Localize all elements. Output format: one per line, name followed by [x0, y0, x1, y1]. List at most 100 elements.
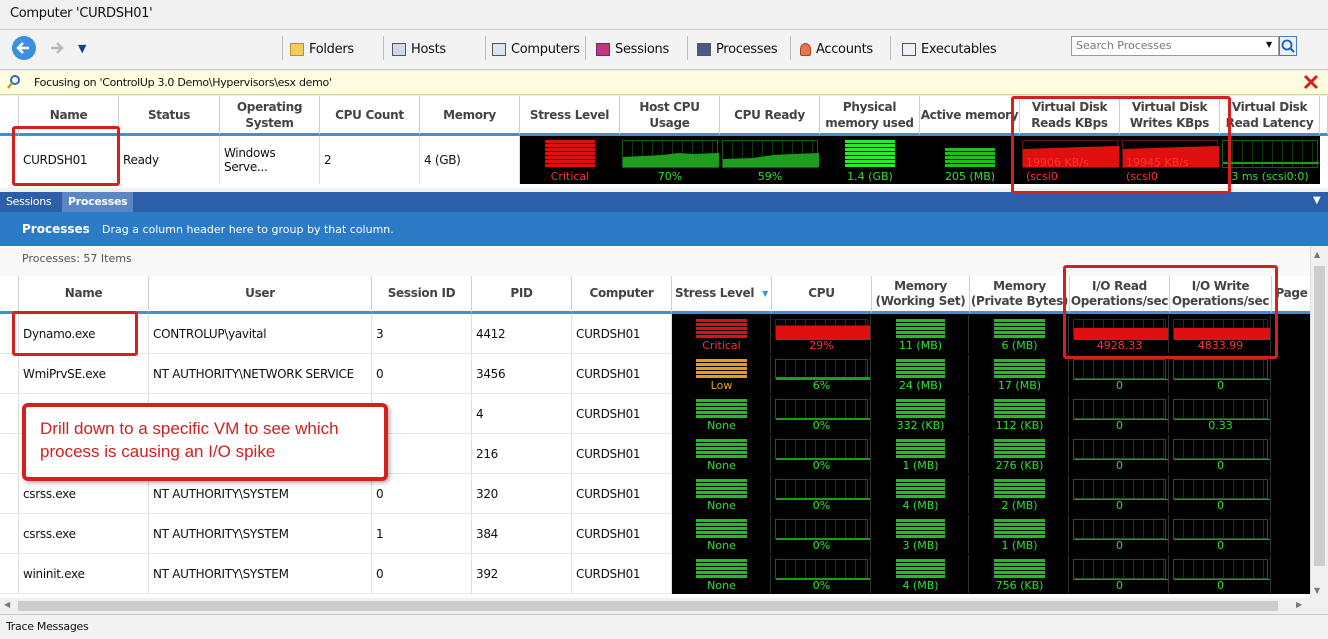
private-bytes-gauge: 276 (KB): [971, 435, 1069, 473]
row-selector[interactable]: [0, 554, 19, 594]
col-cpu-count[interactable]: CPU Count: [320, 96, 420, 136]
row-selector[interactable]: [0, 394, 19, 434]
io-write-graph: 0: [1171, 555, 1271, 593]
io-read-graph: 0: [1071, 435, 1169, 473]
status-bar[interactable]: Trace Messages: [0, 614, 1328, 639]
col-private-bytes[interactable]: Memory (Private Bytes): [970, 276, 1070, 314]
executables-button[interactable]: Executables: [902, 38, 997, 60]
scroll-right-icon[interactable]: ▶: [1296, 600, 1302, 609]
cell-computer: CURDSH01: [572, 394, 672, 434]
col-stress-level[interactable]: Stress Level: [520, 96, 620, 136]
col-proc-cpu[interactable]: CPU: [772, 276, 872, 314]
computers-button[interactable]: Computers: [492, 38, 580, 60]
cpu-graph-label: 0%: [812, 419, 831, 432]
private-bytes-gauge: 6 (MB): [971, 315, 1069, 353]
cell-computer: CURDSH01: [572, 314, 672, 354]
stress-gauge-label: None: [707, 579, 736, 592]
sessions-button[interactable]: Sessions: [596, 38, 669, 60]
search-icon[interactable]: [1279, 36, 1297, 56]
hscroll-thumb[interactable]: [18, 601, 1278, 611]
row-selector[interactable]: [0, 354, 19, 394]
col-host-cpu[interactable]: Host CPU Usage: [620, 96, 720, 136]
stress-gauge: None: [673, 555, 771, 593]
executable-icon: [902, 42, 916, 56]
col-status[interactable]: Status: [119, 96, 220, 136]
io-write-graph-label: 0: [1217, 499, 1224, 512]
io-read-graph-label: 0: [1116, 379, 1123, 392]
back-arrow-icon[interactable]: [12, 36, 36, 60]
hosts-button[interactable]: Hosts: [392, 38, 446, 60]
magnifier-icon: [6, 74, 22, 93]
col-memory[interactable]: Memory: [420, 96, 520, 136]
io-read-graph-label: 0: [1116, 539, 1123, 552]
cell-pid: 4412: [472, 314, 572, 354]
row-selector[interactable]: [0, 474, 19, 514]
col-session-id[interactable]: Session ID: [372, 276, 472, 314]
stress-gauge-label: None: [707, 419, 736, 432]
io-write-graph: 0: [1171, 475, 1271, 513]
io-write-graph-label: 0: [1217, 539, 1224, 552]
cell-user: NT AUTHORITY\SYSTEM: [149, 554, 372, 594]
col-working-set[interactable]: Memory (Working Set): [872, 276, 970, 314]
cpu-graph-label: 0%: [812, 539, 831, 552]
cell-name[interactable]: WmiPrvSE.exe: [19, 354, 149, 394]
col-physical-memory[interactable]: Physical memory used: [820, 96, 920, 136]
row-selector[interactable]: [0, 434, 19, 474]
cpu-graph-label: 6%: [812, 379, 831, 392]
cell-computer: CURDSH01: [572, 554, 672, 594]
col-proc-name[interactable]: Name: [19, 276, 149, 314]
working-set-gauge: 24 (MB): [873, 355, 969, 393]
cell-name[interactable]: csrss.exe: [19, 514, 149, 554]
scroll-thumb[interactable]: [1314, 266, 1325, 566]
col-os[interactable]: Operating System: [220, 96, 320, 136]
processes-icon: [697, 42, 711, 56]
working-set-gauge: 332 (KB): [873, 395, 969, 433]
highlight-process: [12, 311, 138, 356]
io-write-graph-label: 0: [1217, 579, 1224, 592]
vd-latency-graph: 3 ms (scsi0:0): [1220, 136, 1320, 184]
cell-session: 0: [372, 554, 472, 594]
cpu-graph: 0%: [773, 515, 871, 553]
highlight-computer: [12, 126, 120, 186]
col-active-memory[interactable]: Active memory: [920, 96, 1020, 136]
scroll-down-icon[interactable]: ▼: [1314, 586, 1320, 595]
accounts-button[interactable]: Accounts: [800, 38, 873, 60]
close-focus-icon[interactable]: [1302, 73, 1320, 94]
cell-pid: 4: [472, 394, 572, 434]
col-pid[interactable]: PID: [472, 276, 572, 314]
tab-sessions[interactable]: Sessions: [0, 192, 57, 212]
private-bytes-gauge: 756 (KB): [971, 555, 1069, 593]
forward-arrow-icon[interactable]: [44, 36, 68, 60]
col-proc-stress[interactable]: Stress Level ▼: [672, 276, 772, 314]
search-processes-input[interactable]: Search Processes: [1071, 36, 1279, 56]
vertical-scrollbar[interactable]: ▲ ▼: [1310, 246, 1328, 598]
private-bytes-gauge-label: 17 (MB): [997, 379, 1042, 392]
computer-icon: [492, 42, 506, 56]
computer-status: Ready: [119, 136, 220, 184]
history-dropdown-icon[interactable]: ▼: [78, 42, 86, 55]
working-set-gauge-label: 332 (KB): [896, 419, 945, 432]
col-vd-latency[interactable]: Virtual Disk Read Latency: [1220, 96, 1320, 136]
cell-session: 0: [372, 474, 472, 514]
stress-gauge-label: None: [707, 459, 736, 472]
cell-user: CONTROLUP\yavital: [149, 314, 372, 354]
horizontal-scrollbar[interactable]: ◀ ▶: [0, 598, 1310, 614]
folders-button[interactable]: Folders: [290, 38, 354, 60]
cell-session: 1: [372, 514, 472, 554]
processes-button[interactable]: Processes: [697, 38, 778, 60]
private-bytes-gauge-label: 1 (MB): [1001, 539, 1038, 552]
col-user[interactable]: User: [149, 276, 372, 314]
working-set-gauge-label: 24 (MB): [898, 379, 943, 392]
cpu-ready-graph: 59%: [720, 136, 820, 184]
io-read-graph-label: 0: [1116, 419, 1123, 432]
tab-processes[interactable]: Processes: [62, 192, 134, 212]
cell-computer: CURDSH01: [572, 354, 672, 394]
col-cpu-ready[interactable]: CPU Ready: [720, 96, 820, 136]
scroll-left-icon[interactable]: ◀: [4, 600, 10, 609]
row-selector[interactable]: [0, 514, 19, 554]
search-dropdown-icon[interactable]: ▼: [1266, 40, 1272, 49]
col-computer[interactable]: Computer: [572, 276, 672, 314]
tab-menu-icon[interactable]: ▼: [1313, 195, 1321, 206]
cell-name[interactable]: wininit.exe: [19, 554, 149, 594]
scroll-up-icon[interactable]: ▲: [1314, 250, 1320, 259]
